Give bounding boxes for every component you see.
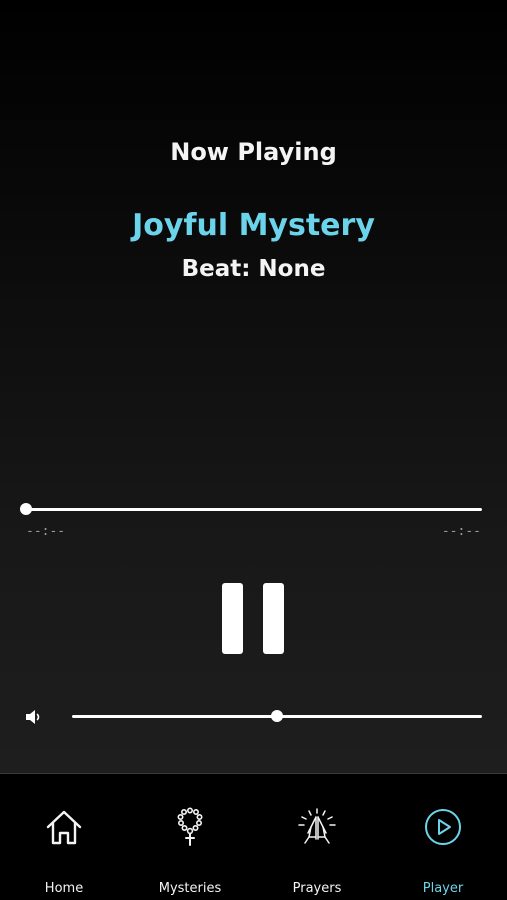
progress-slider-thumb[interactable] [20,503,32,515]
player-panel: Now Playing Joyful Mystery Beat: None --… [0,0,507,773]
rosary-icon [177,807,203,846]
now-playing-heading: Now Playing [170,138,337,166]
pause-icon-bar [263,583,284,654]
tab-home-label: Home [44,881,84,896]
tab-prayers[interactable]: Prayers [254,774,380,900]
tab-bar: Home Mysteries Prayers Player [0,773,507,900]
play-circle-icon [425,809,461,845]
pause-icon [222,583,243,654]
tab-home[interactable]: Home [1,774,127,900]
progress-slider[interactable] [26,508,482,511]
beat-label: Beat: None [181,256,326,282]
tab-prayers-label: Prayers [292,881,342,896]
home-icon [46,810,82,845]
track-title: Joyful Mystery [132,208,375,243]
tab-player[interactable]: Player [380,774,506,900]
praying-hands-icon [298,808,336,844]
tab-mysteries[interactable]: Mysteries [127,774,253,900]
speaker-icon [26,710,40,724]
elapsed-time: --:-- [26,524,66,539]
volume-slider-thumb[interactable] [271,710,283,722]
tab-player-label: Player [422,881,464,896]
remaining-time: --:-- [441,524,481,539]
player-screen: Now Playing Joyful Mystery Beat: None --… [0,0,507,900]
pause-button[interactable] [218,580,290,658]
tab-mysteries-label: Mysteries [158,881,222,896]
